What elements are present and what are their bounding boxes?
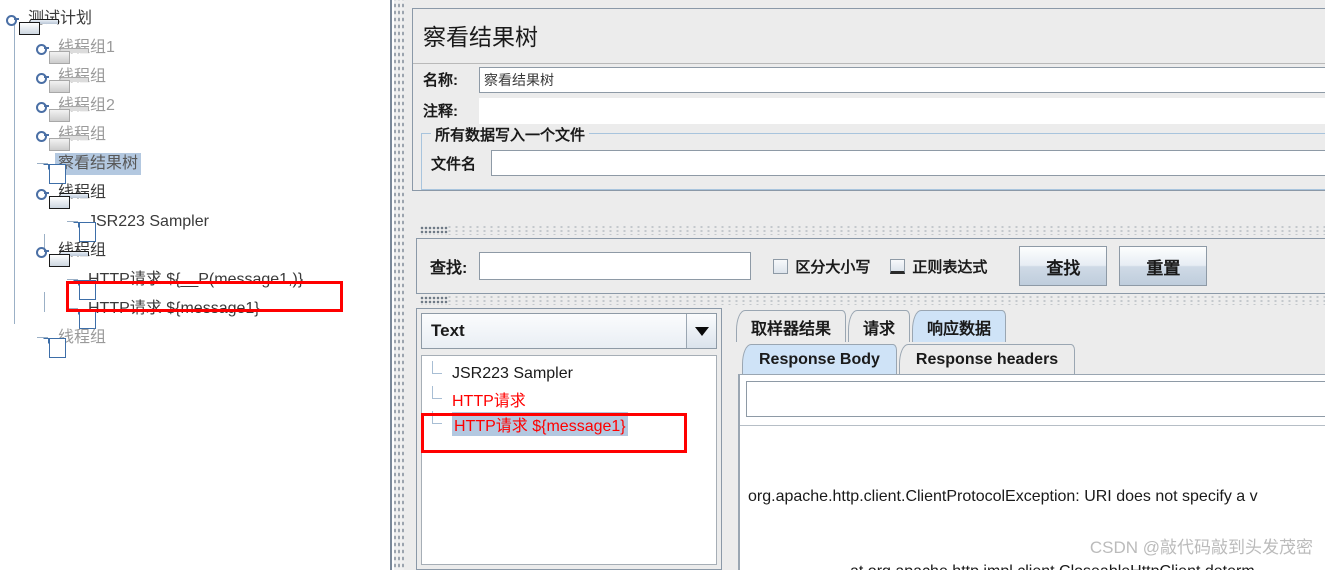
name-label: 名称:	[423, 72, 458, 89]
comment-row: 注释:	[413, 95, 1325, 126]
test-plan-tree[interactable]: 测试计划 线程组1 线程组 线程组2	[0, 0, 390, 358]
response-body-search-input[interactable]	[746, 381, 1325, 417]
expand-toggle-icon[interactable]	[4, 11, 19, 26]
tree-item-thread-group-4[interactable]: 线程组	[0, 120, 390, 151]
comment-input[interactable]	[479, 97, 1325, 124]
leaf-connector-icon	[430, 386, 452, 411]
expand-toggle-icon[interactable]	[34, 40, 49, 55]
filename-row: 文件名	[422, 145, 1325, 181]
tree-item-http-request-p[interactable]: HTTP请求 ${__P(message1,)}	[0, 265, 390, 300]
regex-checkbox[interactable]	[890, 258, 906, 274]
list-item[interactable]: HTTP请求 ${message1}	[422, 411, 716, 436]
case-sensitive-label: 区分大小写	[795, 258, 871, 276]
tab-request[interactable]: 请求	[848, 310, 911, 342]
groupbox-title: 所有数据写入一个文件	[431, 124, 590, 145]
expand-toggle-icon[interactable]	[34, 243, 49, 258]
find-label: 查找:	[430, 260, 468, 277]
tree-item-test-plan[interactable]: 测试计划	[0, 4, 390, 35]
split-divider-grip[interactable]	[420, 226, 448, 235]
tree-item-thread-group-1[interactable]: 线程组1	[0, 33, 390, 64]
tab-response-headers[interactable]: Response headers	[898, 344, 1076, 374]
list-item[interactable]: HTTP请求	[422, 386, 716, 411]
chevron-down-icon[interactable]	[686, 314, 716, 348]
jmeter-window: 测试计划 线程组1 线程组 线程组2	[0, 0, 1325, 570]
response-body-text[interactable]: org.apache.http.client.ClientProtocolExc…	[740, 425, 1325, 570]
tree-item-label: HTTP请求 ${__P(message1,)}	[88, 270, 304, 288]
leaf-connector-icon	[430, 361, 452, 386]
renderer-select-value: Text	[431, 321, 465, 340]
tree-item-label: JSR223 Sampler	[88, 212, 209, 230]
sampler-result-tree-pane: Text JSR223 Sampler HTTP请求 HTTP请求 ${mess…	[416, 308, 722, 570]
reset-button[interactable]: 重置	[1119, 246, 1208, 286]
name-row: 名称: 察看结果树	[413, 64, 1325, 95]
sampler-detail-pane: 取样器结果 请求 响应数据 Response Body Response hea…	[734, 308, 1325, 570]
tab-sampler-result[interactable]: 取样器结果	[736, 310, 847, 342]
tree-item-thread-group-7[interactable]: 线程组	[0, 323, 390, 358]
horizontal-split-divider-2[interactable]	[416, 296, 1325, 305]
regex-checkbox-wrap[interactable]: 正则表达式	[890, 256, 987, 277]
expand-toggle-icon[interactable]	[34, 127, 49, 142]
tab-response-body[interactable]: Response Body	[742, 344, 897, 374]
find-button[interactable]: 查找	[1019, 246, 1108, 286]
filename-label: 文件名	[431, 155, 477, 173]
name-input[interactable]: 察看结果树	[479, 66, 1325, 93]
leaf-connector-icon	[430, 411, 452, 436]
detail-tabs: 取样器结果 请求 响应数据	[734, 308, 1325, 342]
expand-toggle-icon[interactable]	[34, 69, 49, 84]
regex-label: 正则表达式	[912, 258, 988, 276]
expand-toggle-icon[interactable]	[34, 98, 49, 113]
list-item-label: HTTP请求	[452, 392, 526, 410]
list-item[interactable]: JSR223 Sampler	[422, 361, 716, 386]
tree-item-thread-group-5[interactable]: 线程组	[0, 178, 390, 209]
split-divider-grip[interactable]	[420, 296, 448, 305]
tree-item-jsr223-sampler[interactable]: JSR223 Sampler	[0, 207, 390, 242]
list-item-label: JSR223 Sampler	[452, 364, 573, 382]
comment-label: 注释:	[423, 103, 458, 120]
filename-input[interactable]	[491, 150, 1325, 176]
write-all-data-groupbox: 所有数据写入一个文件 文件名	[421, 124, 1325, 190]
sampler-result-list[interactable]: JSR223 Sampler HTTP请求 HTTP请求 ${message1}	[421, 355, 717, 565]
stacktrace-line: at org.apache.http.impl.client.Closeable…	[740, 559, 1325, 570]
renderer-select[interactable]: Text	[421, 313, 717, 349]
response-subtabs: Response Body Response headers	[734, 342, 1325, 374]
response-body-content: org.apache.http.client.ClientProtocolExc…	[738, 374, 1325, 570]
results-config-panel: 察看结果树 名称: 察看结果树 注释: 所有数据写入一个文件 文件名 查找: 区…	[404, 0, 1325, 570]
tree-item-thread-group-6[interactable]: 线程组	[0, 236, 390, 267]
tree-item-label: HTTP请求 ${message1}	[88, 299, 260, 317]
case-sensitive-checkbox-wrap[interactable]: 区分大小写	[773, 256, 870, 277]
test-plan-tree-panel[interactable]: 测试计划 线程组1 线程组 线程组2	[0, 0, 392, 570]
tree-item-thread-group-2[interactable]: 线程组	[0, 62, 390, 93]
horizontal-split-divider-1[interactable]	[416, 226, 1325, 235]
stacktrace-line: org.apache.http.client.ClientProtocolExc…	[748, 488, 1258, 505]
tree-item-http-request-message1[interactable]: HTTP请求 ${message1}	[0, 294, 390, 329]
tree-item-label: 察看结果树	[55, 152, 142, 175]
case-sensitive-checkbox[interactable]	[773, 258, 789, 274]
tree-item-view-results-tree[interactable]: 察看结果树	[0, 149, 390, 184]
vertical-split-divider[interactable]	[394, 0, 404, 570]
list-item-label: HTTP请求 ${message1}	[452, 411, 628, 436]
find-input[interactable]	[479, 252, 752, 280]
expand-toggle-icon[interactable]	[34, 185, 49, 200]
find-toolbar: 查找: 区分大小写 正则表达式 查找 重置	[416, 238, 1325, 294]
page-title: 察看结果树	[413, 9, 1325, 64]
tab-response-data[interactable]: 响应数据	[912, 310, 1007, 342]
tree-item-thread-group-3[interactable]: 线程组2	[0, 91, 390, 122]
view-results-tree-config: 察看结果树 名称: 察看结果树 注释: 所有数据写入一个文件 文件名	[412, 8, 1325, 191]
results-area: Text JSR223 Sampler HTTP请求 HTTP请求 ${mess…	[416, 308, 1325, 570]
